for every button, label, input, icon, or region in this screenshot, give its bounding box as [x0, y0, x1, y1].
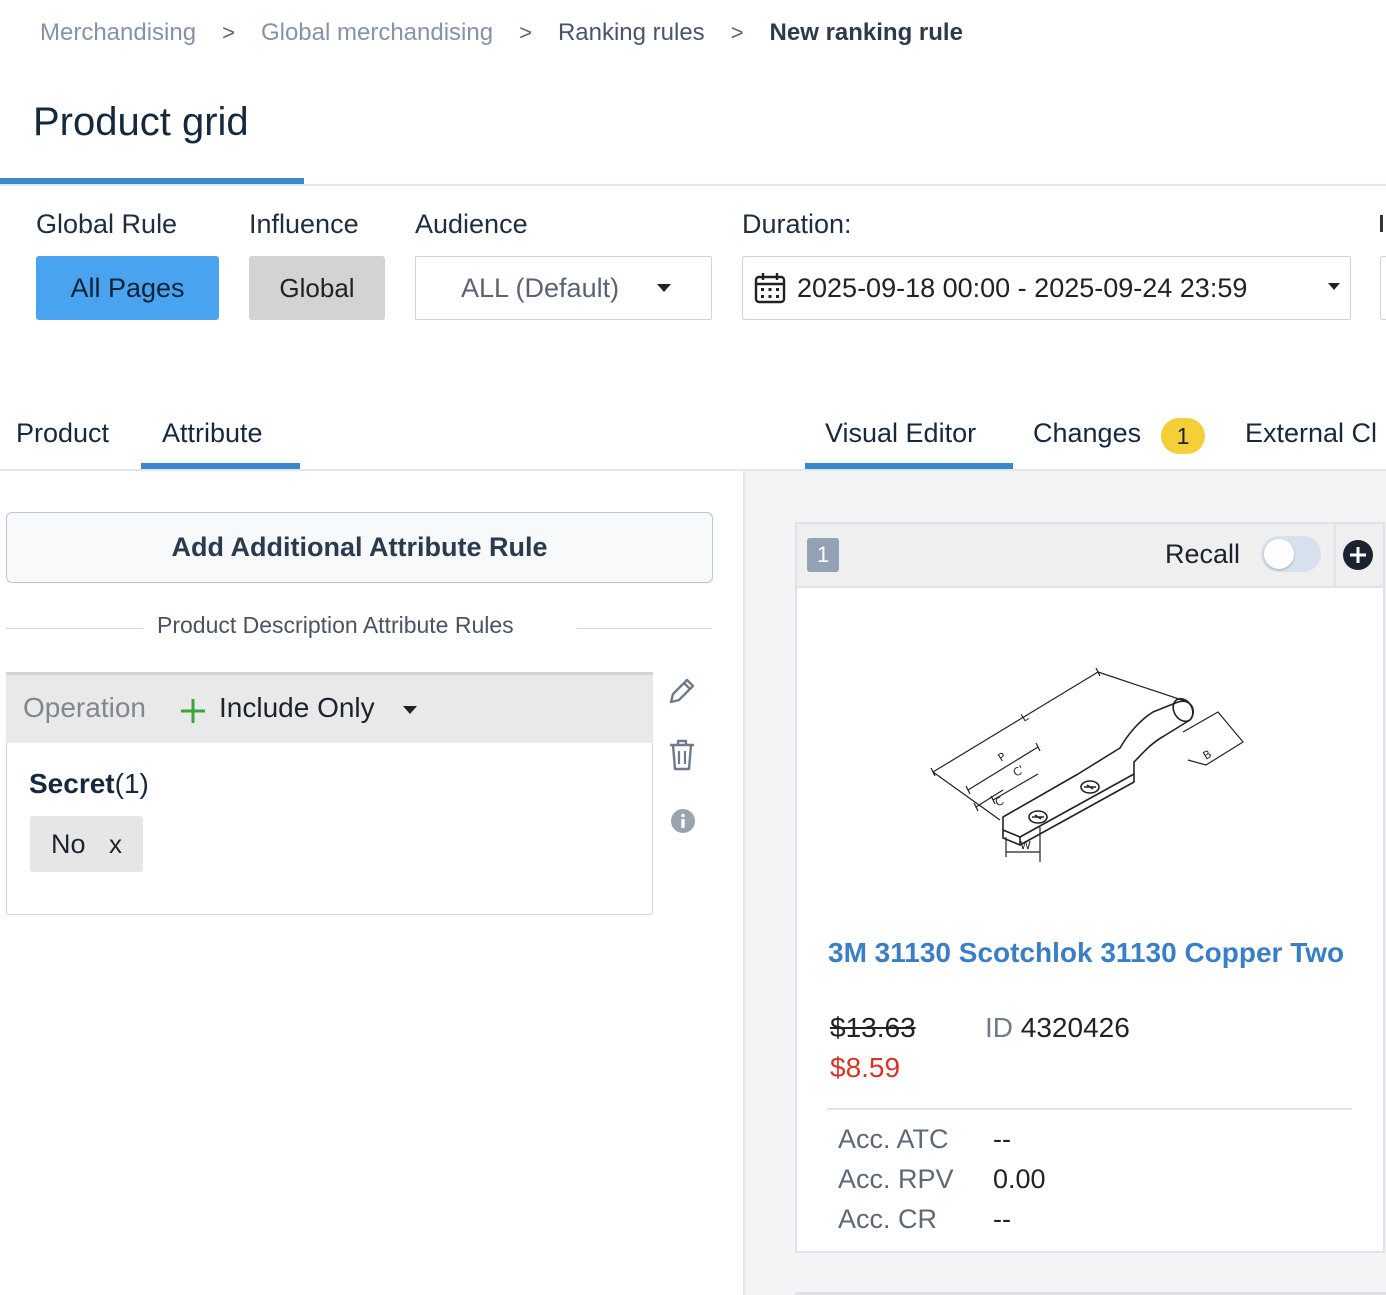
global-button[interactable]: Global: [249, 256, 385, 320]
original-price: $13.63: [830, 1012, 916, 1043]
calendar-icon: [754, 273, 786, 304]
page-title[interactable]: Product grid: [33, 100, 249, 145]
duration-value: 2025-09-18 00:00 - 2025-09-24 23:59: [797, 273, 1248, 303]
svg-text:C: C: [993, 794, 1007, 809]
info-icon[interactable]: [670, 807, 696, 835]
breadcrumb-ranking-rules[interactable]: Ranking rules: [558, 19, 705, 47]
breadcrumb: Merchandising > Global merchandising > R…: [40, 16, 963, 50]
svg-text:C': C': [1011, 763, 1027, 780]
caret-down-icon: [657, 284, 671, 292]
chip-remove-button[interactable]: x: [109, 829, 122, 860]
duration-picker[interactable]: 2025-09-18 00:00 - 2025-09-24 23:59: [742, 256, 1351, 320]
add-attribute-rule-button[interactable]: Add Additional Attribute Rule: [6, 512, 713, 583]
plus-icon: [181, 699, 205, 723]
product-id-label: ID: [985, 1012, 1013, 1043]
metric-value: 0.00: [993, 1164, 1046, 1194]
divider: [0, 184, 1386, 186]
global-rule-label: Global Rule: [36, 209, 178, 239]
attribute-value-chip: No x: [30, 816, 143, 872]
metric-label: Acc. CR: [838, 1204, 938, 1234]
metric-value: --: [993, 1124, 1011, 1154]
attribute-name: Secret(1): [29, 768, 149, 800]
product-id-value: 4320426: [1020, 1012, 1130, 1043]
operation-select[interactable]: Include Only: [219, 692, 375, 724]
svg-text:B: B: [1201, 748, 1214, 763]
influence-label: Influence: [249, 209, 359, 239]
position-badge: 1: [807, 538, 839, 572]
svg-text:L: L: [1019, 710, 1032, 725]
chip-label: No: [51, 829, 86, 859]
clipped-control[interactable]: [1380, 256, 1386, 320]
trash-icon[interactable]: [666, 737, 698, 773]
add-circle-icon[interactable]: [1342, 539, 1374, 571]
divider: [827, 1108, 1352, 1110]
tab-external[interactable]: External Cl: [1245, 418, 1377, 449]
audience-select[interactable]: ALL (Default): [415, 256, 712, 320]
product-name-link[interactable]: 3M 31130 Scotchlok 31130 Copper Two: [828, 937, 1348, 969]
breadcrumb-global-merchandising[interactable]: Global merchandising: [261, 19, 493, 47]
breadcrumb-merchandising[interactable]: Merchandising: [40, 19, 196, 47]
section-title: Product Description Attribute Rules: [157, 612, 514, 638]
clipped-label: [1380, 215, 1383, 232]
all-pages-button[interactable]: All Pages: [36, 256, 219, 320]
product-image[interactable]: L P C' C W B: [928, 662, 1248, 867]
tab-product[interactable]: Product: [16, 418, 109, 449]
breadcrumb-current: New ranking rule: [769, 19, 963, 46]
audience-value: ALL (Default): [461, 272, 620, 303]
caret-down-icon: [1328, 283, 1340, 290]
metric-label: Acc. ATC: [838, 1124, 949, 1154]
tab-visual-editor[interactable]: Visual Editor: [825, 418, 976, 449]
chevron-right-icon: >: [730, 20, 744, 45]
sale-price: $8.59: [830, 1052, 901, 1083]
divider: [6, 628, 143, 629]
chevron-right-icon: >: [222, 20, 235, 45]
divider: [577, 628, 712, 629]
audience-label: Audience: [415, 209, 528, 239]
pencil-icon[interactable]: [666, 675, 696, 707]
recall-toggle[interactable]: [1261, 536, 1321, 572]
toggle-knob: [1264, 539, 1294, 569]
metric-value: --: [993, 1204, 1011, 1234]
svg-text:W: W: [1020, 839, 1031, 852]
operation-label: Operation: [23, 692, 146, 723]
recall-label: Recall: [1165, 539, 1241, 569]
caret-down-icon[interactable]: [403, 706, 417, 714]
chevron-right-icon: >: [519, 20, 532, 45]
svg-text:P: P: [996, 750, 1009, 765]
attribute-count: (1): [114, 768, 149, 799]
duration-label: Duration:: [742, 209, 852, 239]
attribute-name-text: Secret: [29, 768, 115, 799]
product-id: ID 4320426: [985, 1012, 1130, 1044]
changes-count-badge: 1: [1161, 418, 1205, 454]
tab-attribute[interactable]: Attribute: [162, 418, 263, 449]
tab-changes[interactable]: Changes: [1033, 418, 1141, 449]
metric-label: Acc. RPV: [838, 1164, 954, 1194]
divider: [1334, 524, 1336, 586]
